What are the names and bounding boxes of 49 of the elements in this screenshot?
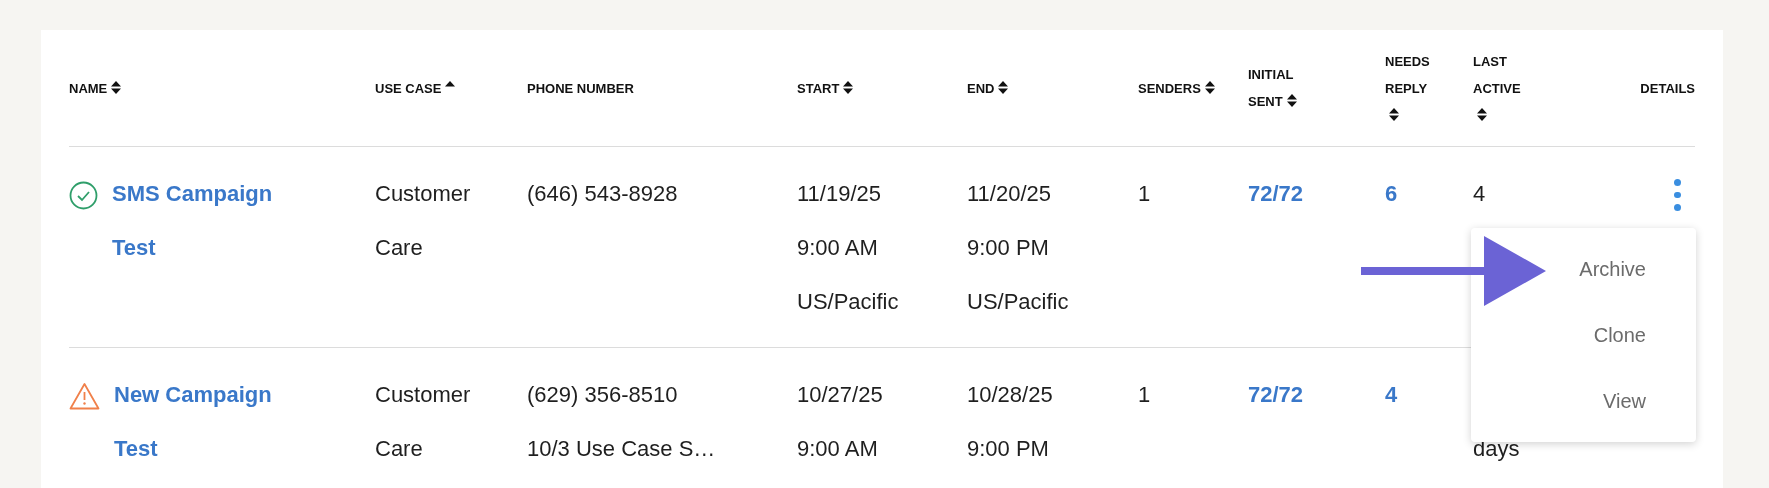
column-header[interactable]: USE CASE xyxy=(375,74,456,102)
column-header[interactable]: LAST ACTIVE xyxy=(1473,47,1531,129)
column-header[interactable]: INITIAL SENT xyxy=(1248,61,1320,115)
senders-count: 1 xyxy=(1138,382,1151,407)
end-text: 11/20/25 xyxy=(967,180,1052,208)
column-header[interactable]: SENDERS xyxy=(1138,74,1216,102)
campaign-name-link[interactable]: SMS Campaign Test xyxy=(112,167,302,329)
start-text: 9:00 AM xyxy=(797,234,879,262)
sort-icon[interactable] xyxy=(998,80,1009,94)
end-text: 9:00 PM xyxy=(967,234,1050,262)
use-case-text: Customer Care xyxy=(375,381,472,463)
sort-icon[interactable] xyxy=(843,80,854,94)
menu-item[interactable]: Archive xyxy=(1579,248,1646,290)
use-case-text: Customer Care xyxy=(375,180,472,262)
column-header[interactable]: NEEDS REPLY xyxy=(1385,47,1441,129)
sort-icon[interactable] xyxy=(1477,107,1487,121)
start-text: 10/27/25 xyxy=(797,381,884,409)
needs-reply-link[interactable]: 6 xyxy=(1385,181,1398,206)
column-header[interactable]: START xyxy=(797,74,854,102)
sort-icon[interactable] xyxy=(1286,94,1297,107)
initial-sent-link[interactable]: 72/72 xyxy=(1248,181,1304,206)
column-header: PHONE NUMBER xyxy=(527,79,634,98)
column-header: DETAILS xyxy=(1640,79,1695,98)
end-text: 10/28/25 xyxy=(967,381,1054,409)
sort-icon[interactable] xyxy=(1204,80,1215,94)
end-text: 9:00 PM xyxy=(967,435,1050,463)
start-text: 9:00 AM xyxy=(797,435,879,463)
start-text: US/Pacific xyxy=(797,288,900,316)
last-active-text: 4 xyxy=(1473,180,1487,208)
needs-reply-link[interactable]: 4 xyxy=(1385,382,1398,407)
column-header[interactable]: END xyxy=(967,74,1009,102)
more-options-icon[interactable] xyxy=(1674,179,1681,211)
initial-sent-link[interactable]: 72/72 xyxy=(1248,382,1304,407)
start-text: 11/19/25 xyxy=(797,180,882,208)
senders-count: 1 xyxy=(1138,181,1151,206)
check-circle-icon xyxy=(69,181,98,210)
sort-icon[interactable] xyxy=(1389,107,1399,121)
phone-text: 10/3 Use Case S… xyxy=(527,435,717,463)
menu-item[interactable]: View xyxy=(1603,380,1646,422)
campaign-name-link[interactable]: New Campaign Test xyxy=(114,368,304,476)
menu-item[interactable]: Clone xyxy=(1593,314,1646,356)
sort-ascending-icon[interactable] xyxy=(445,80,456,87)
last-active-text: days xyxy=(1473,435,1521,463)
phone-text: (646) 543-8928 xyxy=(527,180,679,208)
phone-text: (629) 356-8510 xyxy=(527,381,679,409)
column-header[interactable]: NAME xyxy=(69,74,122,102)
end-text: US/Pacific xyxy=(967,288,1070,316)
sort-icon[interactable] xyxy=(111,80,122,94)
warning-icon xyxy=(69,382,100,410)
